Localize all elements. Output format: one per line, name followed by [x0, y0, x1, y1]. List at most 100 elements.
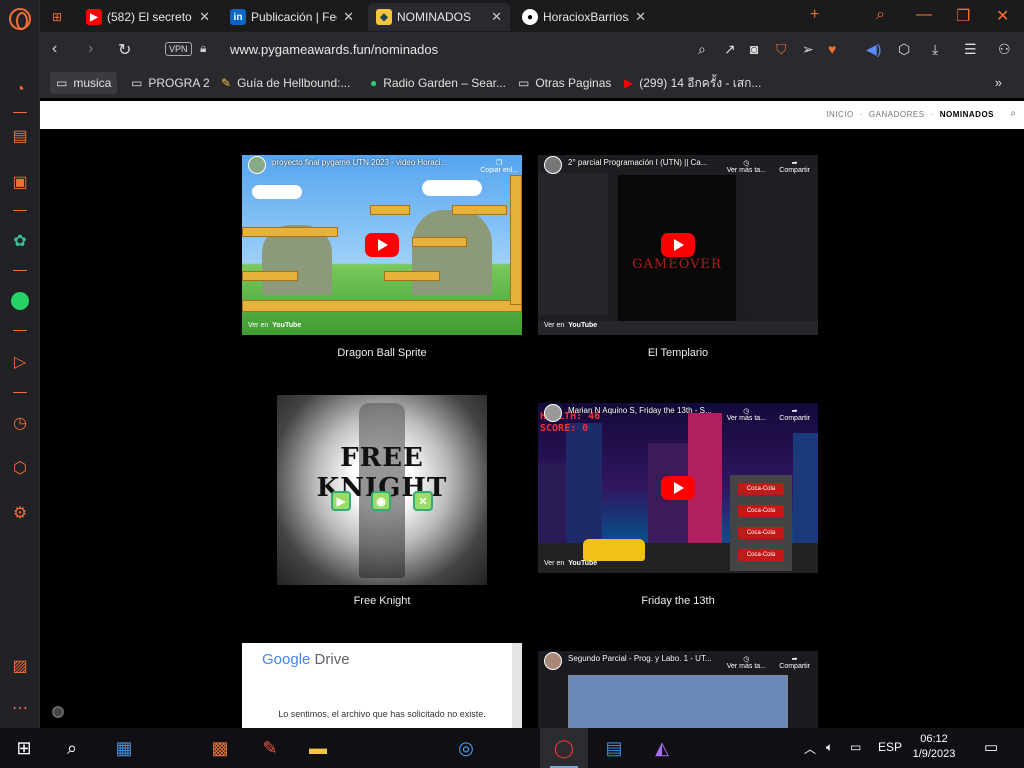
workspace-icon[interactable]: ▤ — [8, 124, 32, 148]
close-icon[interactable]: ✕ — [491, 9, 502, 25]
lock-icon[interactable]: 🔒︎ — [200, 41, 206, 56]
network-icon[interactable]: ▭ — [850, 740, 861, 754]
video-title[interactable]: 2° parcial Programación I (UTN) || Ca... — [568, 158, 728, 167]
watch-on-youtube[interactable]: Ver en YouTube — [248, 322, 301, 329]
box-icon[interactable]: ⬡ — [898, 41, 910, 58]
close-icon[interactable]: ✕ — [343, 9, 354, 25]
easy-setup-icon[interactable]: ☰ — [964, 41, 977, 58]
video-title[interactable]: proyecto final pygame UTN 2023 - video H… — [272, 158, 462, 167]
close-window-button[interactable]: ✕ — [996, 6, 1009, 26]
new-tab-button[interactable]: + — [810, 6, 819, 24]
channel-avatar[interactable] — [248, 156, 266, 174]
history-icon[interactable]: ◷ — [8, 411, 32, 435]
scrollbar[interactable] — [512, 643, 522, 728]
notifications-icon[interactable]: ▭ — [984, 738, 998, 756]
video-segundo-parcial[interactable]: Segundo Parcial - Prog. y Labo. 1 - UT..… — [538, 651, 818, 728]
send-icon[interactable]: ➢ — [802, 41, 814, 58]
video-friday-13th[interactable]: Coca-Cola Coca-Cola Coca-Cola Coca-Cola … — [538, 403, 818, 573]
paint-3d-icon[interactable]: ▤ — [600, 734, 628, 762]
search-icon[interactable]: ⌕ — [698, 41, 706, 58]
copy-link-button[interactable]: ❐ Copiar enl... — [480, 159, 518, 174]
watch-on-youtube[interactable]: Ver en YouTube — [544, 322, 597, 329]
vpn-badge[interactable]: VPN — [165, 42, 192, 56]
play-button[interactable] — [661, 476, 695, 500]
tab-linkedin[interactable]: in Publicación | Fee ✕ — [222, 3, 362, 31]
page-indicator[interactable] — [52, 706, 64, 718]
url-field[interactable]: www.pygameawards.fun/nominados — [230, 42, 438, 57]
volume-icon[interactable]: ◀) — [866, 41, 881, 58]
bookmark-otras[interactable]: ▭ Otras Paginas — [512, 72, 617, 94]
share-button[interactable]: ➦ Compartir — [779, 655, 810, 670]
cortana-icon[interactable]: ◎ — [452, 734, 480, 762]
opera-icon[interactable]: ◯ — [550, 734, 578, 762]
channel-avatar[interactable] — [544, 156, 562, 174]
bookmark-hellbound[interactable]: ✎ Guía de Hellbound:... — [215, 72, 356, 94]
app-icon[interactable]: ▩ — [206, 734, 234, 762]
video-title[interactable]: Marian N Aquino S, Friday the 13th - S..… — [568, 406, 728, 415]
bookmark-musica[interactable]: ▭ musica — [50, 72, 118, 94]
tab-nominados[interactable]: ◆ NOMINADOS ✕ — [368, 3, 510, 31]
watch-on-youtube[interactable]: Ver en YouTube — [544, 560, 597, 567]
language-indicator[interactable]: ESP — [878, 740, 902, 754]
restore-button[interactable]: ❐ — [956, 6, 970, 26]
profile-icon[interactable]: ⚇ — [998, 41, 1011, 58]
share-icon[interactable]: ↗ — [724, 41, 736, 58]
tab-youtube[interactable]: ▶ (582) El secreto e ✕ — [78, 3, 218, 31]
tray-chevron-icon[interactable]: ︿ — [804, 740, 816, 757]
settings-icon[interactable]: ⚙ — [8, 501, 32, 525]
image-free-knight[interactable]: FREE KNIGHT ▶ ◉ ✕ — [277, 395, 487, 585]
calculator-icon[interactable]: ▦ — [110, 734, 138, 762]
chatgpt-icon[interactable]: ✿ — [8, 229, 32, 253]
heart-icon[interactable]: ♥ — [828, 41, 836, 57]
bookmark-youtube[interactable]: ▶ (299) 14 อีกครั้ง - เสก... — [618, 72, 767, 94]
video-templario[interactable]: GAMEOVER 2° parcial Programación I (UTN)… — [538, 155, 818, 335]
adblock-icon[interactable]: ⛉ — [776, 41, 787, 58]
extensions-icon[interactable]: ⬡ — [8, 456, 32, 480]
watch-later-button[interactable]: ◷ Ver más ta... — [727, 655, 766, 670]
file-explorer-icon[interactable]: ▬ — [304, 734, 332, 762]
clock[interactable]: 06:12 1/9/2023 — [904, 732, 964, 762]
forward-button[interactable]: › — [88, 40, 93, 58]
drive-embed[interactable]: Google Drive Lo sentimos, el archivo que… — [242, 643, 522, 728]
more-bookmarks-icon[interactable]: » — [995, 75, 1002, 90]
share-button[interactable]: ➦ Compartir — [779, 159, 810, 174]
download-icon[interactable]: ⤓ — [932, 41, 938, 58]
close-icon[interactable]: ✕ — [199, 9, 210, 25]
snapshot-icon[interactable]: ▨ — [8, 654, 32, 678]
watch-later-button[interactable]: ◷ Ver más ta... — [727, 159, 766, 174]
more-icon[interactable]: ⋯ — [8, 696, 32, 720]
bookmarks-bar: ▭ musica ▭ PROGRA 2 ✎ Guía de Hellbound:...… — [40, 68, 1024, 98]
paint-icon[interactable]: ✎ — [256, 734, 284, 762]
play-button[interactable] — [661, 233, 695, 257]
minimize-button[interactable]: — — [916, 6, 932, 24]
aria-icon[interactable]: ▣ — [8, 170, 32, 194]
close-icon[interactable]: ✕ — [635, 9, 646, 25]
camera-icon[interactable]: ◙ — [750, 41, 758, 57]
tab-github[interactable]: ● HoracioxBarrios/ ✕ — [514, 3, 654, 31]
nav-ganadores[interactable]: GANADORES — [869, 110, 925, 119]
channel-avatar[interactable] — [544, 652, 562, 670]
play-button[interactable] — [365, 233, 399, 257]
volume-icon[interactable]: 🔈︎ — [826, 740, 833, 755]
search-tabs-icon[interactable]: ⌕ — [876, 6, 885, 24]
search-icon[interactable]: ⌕ — [1010, 108, 1016, 119]
game-icon[interactable]: ⊞ — [44, 3, 72, 31]
nav-nominados[interactable]: NOMINADOS — [940, 110, 994, 119]
reload-button[interactable]: ↻ — [118, 40, 131, 60]
bookmark-radio-garden[interactable]: ● Radio Garden – Sear... — [364, 72, 512, 94]
player-icon[interactable]: ▷ — [8, 350, 32, 374]
speed-dial-icon[interactable]: ◔ — [8, 78, 32, 102]
video-dragon-ball[interactable]: proyecto final pygame UTN 2023 - video H… — [242, 155, 522, 335]
video-title[interactable]: Segundo Parcial - Prog. y Labo. 1 - UT..… — [568, 654, 728, 663]
windows-start-icon[interactable]: ⊞ — [10, 734, 38, 762]
back-button[interactable]: ‹ — [52, 40, 57, 58]
watch-later-button[interactable]: ◷ Ver más ta... — [727, 407, 766, 422]
nav-inicio[interactable]: INICIO — [826, 110, 853, 119]
share-button[interactable]: ➦ Compartir — [779, 407, 810, 422]
opera-menu-icon[interactable] — [9, 8, 31, 30]
channel-avatar[interactable] — [544, 404, 562, 422]
visual-studio-icon[interactable]: ◭ — [648, 734, 676, 762]
bookmark-progra2[interactable]: ▭ PROGRA 2 — [125, 72, 216, 94]
whatsapp-icon[interactable] — [8, 289, 32, 313]
search-icon[interactable]: ⌕ — [58, 734, 86, 762]
